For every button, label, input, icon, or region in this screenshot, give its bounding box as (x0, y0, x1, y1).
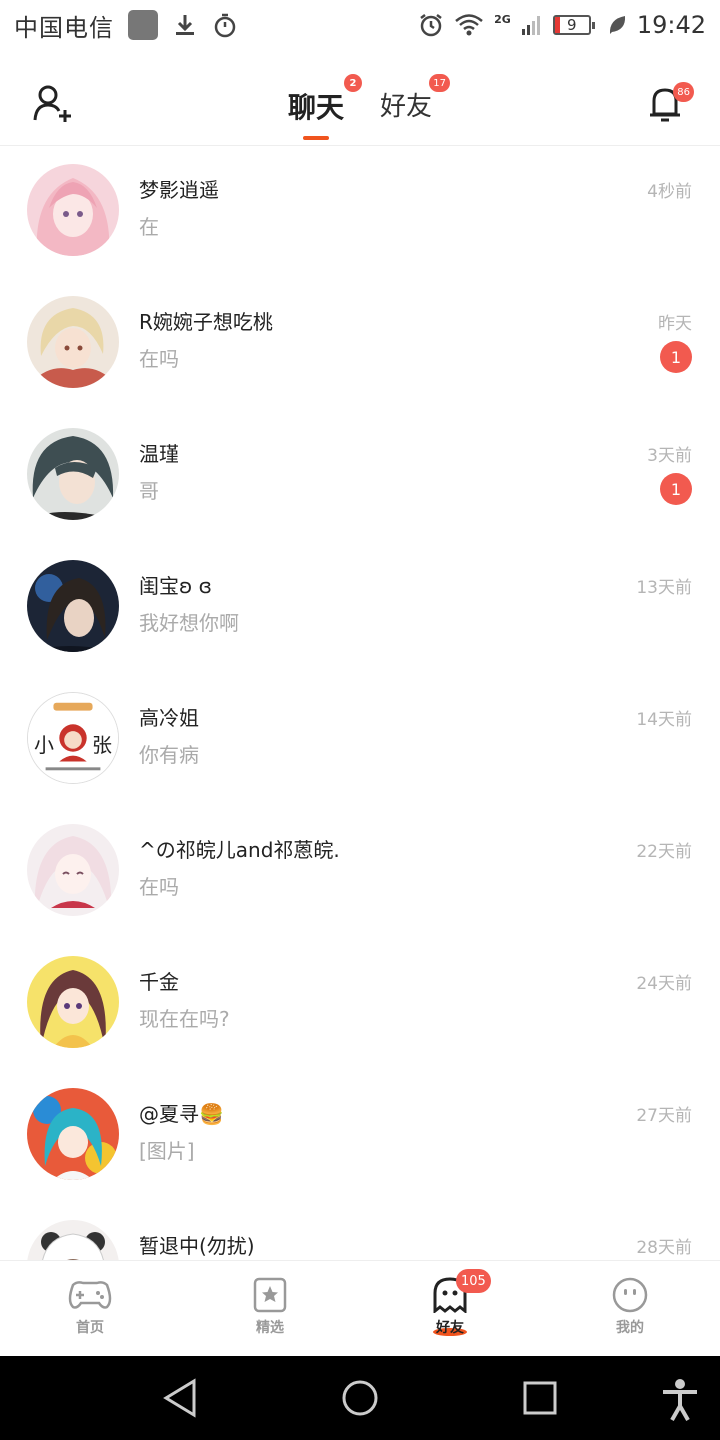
chat-row[interactable]: 温瑾 哥 3天前 1 (0, 410, 720, 542)
tab-friends[interactable]: 好友 17 (380, 74, 451, 126)
tab-chat-badge: 2 (344, 74, 362, 92)
avatar (27, 824, 119, 916)
tab-friends-label: 好友 (380, 92, 433, 122)
contact-name: 千金 (139, 970, 179, 994)
message-time: 14天前 (636, 710, 692, 730)
tab-chat-label: 聊天 (287, 91, 344, 124)
message-preview: 在 (139, 215, 159, 239)
tab-bar: 聊天 2 好友 17 (0, 74, 720, 140)
nav-home[interactable]: 首页 (0, 1261, 180, 1356)
alarm-icon (420, 14, 442, 37)
chat-row[interactable]: @夏寻🍔 [图片] 27天前 (0, 1070, 720, 1202)
message-preview: [图片] (139, 1139, 195, 1163)
accessibility-icon[interactable] (660, 1378, 700, 1422)
home-icon[interactable] (341, 1378, 379, 1418)
contact-name: 暂退中(勿扰) (139, 1234, 255, 1258)
top-header: 聊天 2 好友 17 86 (0, 50, 720, 146)
contact-name: @夏寻🍔 (139, 1102, 224, 1126)
avatar (27, 296, 119, 388)
avatar: 小 张 (27, 692, 119, 784)
message-time: 13天前 (636, 578, 692, 598)
message-preview: 现在在吗? (139, 1007, 230, 1031)
message-time: 昨天 (658, 314, 692, 334)
app-notification-icon (128, 10, 158, 40)
message-time: 3天前 (647, 446, 692, 466)
chat-row[interactable]: 梦影逍遥 在 4秒前 (0, 146, 720, 278)
nav-profile-label: 我的 (616, 1320, 644, 1336)
face-icon (612, 1277, 648, 1313)
chat-row[interactable]: ^の祁皖儿and祁蒽皖. 在吗 22天前 (0, 806, 720, 938)
contact-name: ^の祁皖儿and祁蒽皖. (139, 838, 340, 862)
power-saving-leaf-icon (609, 16, 625, 34)
message-preview: 我好想你啊 (139, 611, 239, 635)
nav-friends[interactable]: 好友 105 (360, 1261, 540, 1356)
chat-row[interactable]: 暂退中(勿扰) 28天前 (0, 1202, 720, 1260)
contact-name: 闺宝ʚ ɞ (139, 574, 212, 598)
stopwatch-icon (214, 13, 236, 38)
recent-apps-icon[interactable] (522, 1378, 558, 1418)
message-time: 24天前 (636, 974, 692, 994)
avatar (27, 956, 119, 1048)
avatar (27, 164, 119, 256)
tab-friends-badge: 17 (429, 74, 451, 92)
avatar (27, 428, 119, 520)
status-bar: 中国电信 2G 9 19:42 (0, 0, 720, 50)
nav-friends-badge: 105 (456, 1269, 491, 1293)
star-card-icon (253, 1277, 287, 1313)
unread-badge: 1 (660, 473, 692, 505)
battery-icon: 9 (552, 15, 595, 35)
message-preview: 哥 (139, 479, 159, 503)
message-preview: 在吗 (139, 347, 179, 371)
network-type: 2G (494, 13, 511, 26)
system-navigation-bar (0, 1356, 720, 1440)
avatar (27, 560, 119, 652)
avatar-text-left: 小 (34, 733, 54, 757)
download-icon (176, 15, 194, 35)
active-tab-indicator (302, 136, 329, 140)
nav-featured[interactable]: 精选 (180, 1261, 360, 1356)
carrier-name: 中国电信 (14, 13, 114, 42)
chat-list: 梦影逍遥 在 4秒前 R婉婉子想吃桃 在吗 昨天 1 温瑾 哥 3天前 1 闺宝… (0, 146, 720, 1260)
avatar (27, 1088, 119, 1180)
contact-name: 温瑾 (139, 442, 179, 466)
gamepad-icon (68, 1281, 112, 1309)
message-time: 22天前 (636, 842, 692, 862)
notification-badge: 86 (673, 82, 694, 102)
tab-chat[interactable]: 聊天 2 (287, 74, 362, 140)
nav-home-label: 首页 (76, 1320, 104, 1336)
back-icon[interactable] (162, 1378, 198, 1418)
message-preview: 你有病 (139, 743, 199, 767)
signal-icon (521, 16, 540, 35)
message-time: 27天前 (636, 1106, 692, 1126)
chat-row[interactable]: 千金 现在在吗? 24天前 (0, 938, 720, 1070)
avatar (27, 1220, 119, 1260)
contact-name: 高冷姐 (139, 706, 199, 730)
nav-friends-label: 好友 (436, 1320, 464, 1336)
avatar-text-right: 张 (92, 733, 112, 757)
message-time: 4秒前 (647, 182, 692, 202)
contact-name: 梦影逍遥 (139, 178, 219, 202)
contact-name: R婉婉子想吃桃 (139, 310, 273, 334)
bottom-navigation: 首页 精选 好友 105 我的 (0, 1260, 720, 1356)
chat-row[interactable]: 闺宝ʚ ɞ 我好想你啊 13天前 (0, 542, 720, 674)
message-time: 28天前 (636, 1238, 692, 1258)
message-preview: 在吗 (139, 875, 179, 899)
chat-row[interactable]: 小 张 高冷姐 你有病 14天前 (0, 674, 720, 806)
nav-featured-label: 精选 (256, 1320, 284, 1336)
wifi-icon (455, 14, 483, 36)
unread-badge: 1 (660, 341, 692, 373)
clock: 19:42 (636, 11, 706, 39)
chat-row[interactable]: R婉婉子想吃桃 在吗 昨天 1 (0, 278, 720, 410)
nav-profile[interactable]: 我的 (540, 1261, 720, 1356)
